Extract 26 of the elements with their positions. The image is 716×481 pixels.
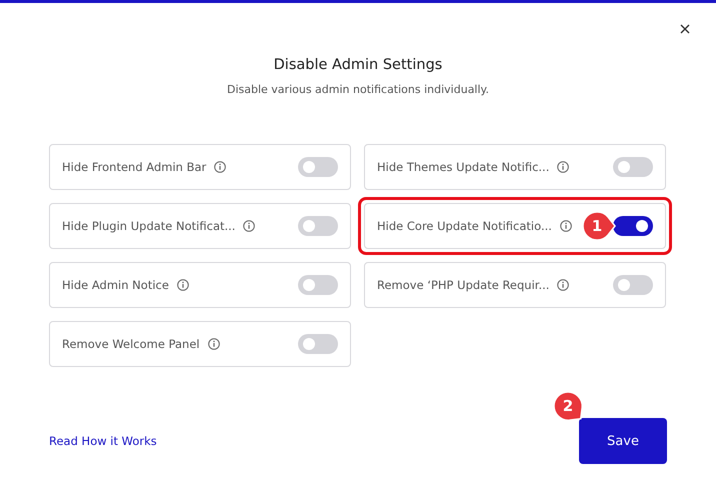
info-icon[interactable] (557, 279, 570, 291)
toggle-switch[interactable] (298, 157, 338, 177)
setting-label: Remove Welcome Panel (62, 337, 200, 351)
setting-label: Hide Frontend Admin Bar (62, 160, 206, 174)
toggle-switch[interactable] (298, 216, 338, 236)
setting-label: Hide Themes Update Notific... (377, 160, 550, 174)
setting-label: Remove ‘PHP Update Requir... (377, 278, 550, 292)
help-link[interactable]: Read How it Works (49, 434, 157, 448)
toggle-switch[interactable] (613, 275, 653, 295)
dialog-title: Disable Admin Settings (274, 57, 442, 73)
info-icon[interactable] (176, 279, 189, 291)
toggle-switch[interactable] (298, 275, 338, 295)
setting-label: Hide Admin Notice (62, 278, 169, 292)
close-icon[interactable] (678, 22, 692, 36)
setting-label: Hide Plugin Update Notificat... (62, 219, 236, 233)
info-icon[interactable] (243, 220, 256, 232)
save-button[interactable]: Save (579, 418, 667, 464)
toggle-switch[interactable] (613, 216, 653, 236)
dialog-subtitle: Disable various admin notifications individually. (227, 83, 489, 96)
toggle-switch[interactable] (298, 334, 338, 354)
info-icon[interactable] (214, 161, 226, 173)
info-icon[interactable] (557, 161, 570, 173)
info-icon[interactable] (560, 220, 572, 232)
toggle-switch[interactable] (613, 157, 653, 177)
setting-label: Hide Core Update Notificatio... (377, 219, 552, 233)
info-icon[interactable] (208, 338, 220, 350)
